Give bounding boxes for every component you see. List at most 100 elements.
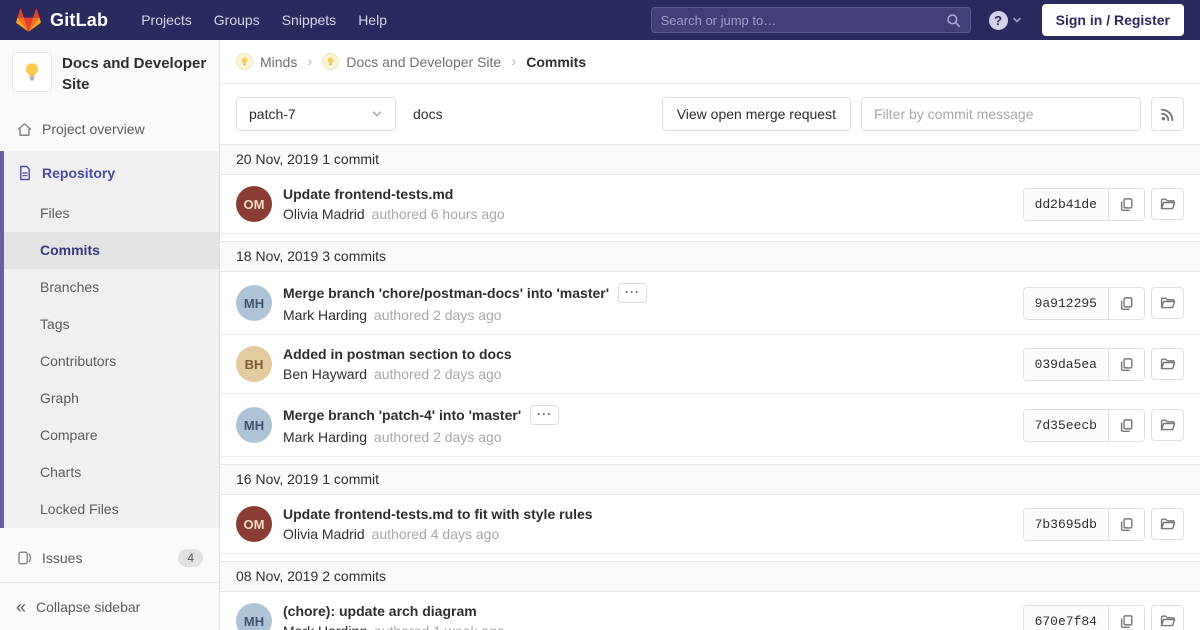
author-avatar[interactable]: MH — [236, 407, 272, 443]
collapse-sidebar-button[interactable]: « Collapse sidebar — [0, 582, 219, 630]
commits-feed-button[interactable] — [1151, 97, 1184, 131]
breadcrumb-current: Commits — [526, 54, 586, 70]
sidebar-item-graph[interactable]: Graph — [4, 380, 219, 417]
search-input[interactable] — [661, 13, 946, 28]
commit-sha-link[interactable]: 7b3695db — [1024, 509, 1108, 540]
branch-name: patch-7 — [249, 106, 296, 122]
commit-sha-link[interactable]: 039da5ea — [1024, 349, 1108, 380]
avatar-initials: OM — [244, 517, 265, 532]
sidebar-item-contributors[interactable]: Contributors — [4, 343, 219, 380]
breadcrumb-link[interactable]: Minds — [260, 54, 297, 70]
commit-sha-link[interactable]: 670e7f84 — [1024, 606, 1108, 630]
commit-actions: 039da5ea — [1023, 348, 1184, 381]
commit-title-link[interactable]: Merge branch 'chore/postman-docs' into '… — [283, 285, 609, 301]
commit-date-header: 20 Nov, 20191 commit — [220, 144, 1200, 175]
copy-sha-button[interactable] — [1108, 509, 1144, 540]
copy-sha-button[interactable] — [1108, 189, 1144, 220]
copy-sha-button[interactable] — [1108, 410, 1144, 441]
commit-date: 20 Nov, 2019 — [236, 151, 318, 167]
commit-sha-group: dd2b41de — [1023, 188, 1145, 221]
sidebar-item-label: Repository — [42, 165, 115, 181]
copy-icon — [1119, 614, 1134, 629]
commit-title-link[interactable]: Merge branch 'patch-4' into 'master' — [283, 407, 521, 423]
navbar-item-projects[interactable]: Projects — [130, 0, 203, 40]
commit-author-link[interactable]: Ben Hayward — [283, 366, 367, 382]
commit-sha-link[interactable]: 7d35eecb — [1024, 410, 1108, 441]
branch-selector-dropdown[interactable]: patch-7 — [236, 97, 396, 131]
commit-count: 1 commit — [322, 151, 379, 167]
commit-count: 3 commits — [322, 248, 386, 264]
browse-files-button[interactable] — [1151, 409, 1184, 441]
commit-sha-link[interactable]: dd2b41de — [1024, 189, 1108, 220]
author-avatar[interactable]: BH — [236, 346, 272, 382]
commit-title-link[interactable]: (chore): update arch diagram — [283, 603, 477, 619]
commit-author-link[interactable]: Olivia Madrid — [283, 206, 365, 222]
commit-filter-input[interactable] — [861, 97, 1141, 131]
commit-title-link[interactable]: Update frontend-tests.md — [283, 186, 453, 202]
sidebar-item-issues[interactable]: Issues 4 — [0, 536, 219, 580]
author-avatar[interactable]: OM — [236, 506, 272, 542]
breadcrumb-link[interactable]: Docs and Developer Site — [346, 54, 501, 70]
navbar-item-groups[interactable]: Groups — [203, 0, 271, 40]
author-avatar[interactable]: MH — [236, 603, 272, 630]
folder-icon — [1160, 417, 1176, 433]
chevron-down-icon — [371, 108, 383, 120]
project-title: Docs and Developer Site — [62, 52, 207, 95]
avatar-initials: OM — [244, 197, 265, 212]
navbar-item-snippets[interactable]: Snippets — [271, 0, 347, 40]
copy-sha-button[interactable] — [1108, 288, 1144, 319]
author-avatar[interactable]: OM — [236, 186, 272, 222]
sign-in-register-button[interactable]: Sign in / Register — [1042, 4, 1184, 36]
browse-files-button[interactable] — [1151, 348, 1184, 380]
avatar-initials: MH — [244, 296, 264, 311]
folder-icon — [1160, 295, 1176, 311]
double-chevron-left-icon: « — [16, 598, 26, 616]
commit-actions: 7d35eecb — [1023, 409, 1184, 442]
commit-group: 20 Nov, 20191 commit OM Update frontend-… — [220, 144, 1200, 234]
sidebar-item-project-overview[interactable]: Project overview — [0, 107, 219, 151]
sidebar-item-commits[interactable]: Commits — [4, 232, 219, 269]
copy-sha-button[interactable] — [1108, 606, 1144, 630]
brand-name: GitLab — [50, 10, 108, 31]
browse-files-button[interactable] — [1151, 287, 1184, 319]
commit-sha-link[interactable]: 9a912295 — [1024, 288, 1108, 319]
commit-title-link[interactable]: Update frontend-tests.md to fit with sty… — [283, 506, 593, 522]
commit-author-link[interactable]: Olivia Madrid — [283, 526, 365, 542]
commit-title-link[interactable]: Added in postman section to docs — [283, 346, 512, 362]
commit-author-link[interactable]: Mark Harding — [283, 429, 367, 445]
commit-meta-text: authored 2 days ago — [374, 429, 502, 445]
author-avatar[interactable]: MH — [236, 285, 272, 321]
help-dropdown[interactable]: ? — [989, 11, 1022, 30]
commit-sha-group: 7d35eecb — [1023, 409, 1145, 442]
sidebar-item-files[interactable]: Files — [4, 195, 219, 232]
navbar-menu: ProjectsGroupsSnippetsHelp — [130, 0, 398, 40]
commit-description-toggle[interactable]: ··· — [618, 283, 647, 303]
commit-description-toggle[interactable]: ··· — [530, 405, 559, 425]
commit-author-link[interactable]: Mark Harding — [283, 623, 367, 630]
commit-date: 08 Nov, 2019 — [236, 568, 318, 584]
sidebar-item-repository[interactable]: Repository — [4, 151, 219, 195]
commit-group: 08 Nov, 20192 commits MH (chore): update… — [220, 561, 1200, 630]
commit-author-link[interactable]: Mark Harding — [283, 307, 367, 323]
commit-actions: 9a912295 — [1023, 287, 1184, 320]
commit-info: Update frontend-tests.md to fit with sty… — [283, 506, 593, 542]
browse-files-button[interactable] — [1151, 508, 1184, 540]
sidebar-item-locked-files[interactable]: Locked Files — [4, 491, 219, 528]
sidebar-item-charts[interactable]: Charts — [4, 454, 219, 491]
home-icon — [16, 121, 33, 138]
commit-row: MH Merge branch 'chore/postman-docs' int… — [220, 272, 1200, 335]
browse-files-button[interactable] — [1151, 188, 1184, 220]
gitlab-home-link[interactable]: GitLab — [16, 8, 108, 33]
sidebar-item-compare[interactable]: Compare — [4, 417, 219, 454]
view-open-merge-request-button[interactable]: View open merge request — [662, 97, 851, 131]
project-header[interactable]: Docs and Developer Site — [0, 40, 219, 107]
copy-sha-button[interactable] — [1108, 349, 1144, 380]
commit-actions: dd2b41de — [1023, 188, 1184, 221]
commit-info: Update frontend-tests.md ··· Olivia Madr… — [283, 186, 505, 222]
sidebar-item-tags[interactable]: Tags — [4, 306, 219, 343]
sidebar-item-branches[interactable]: Branches — [4, 269, 219, 306]
browse-files-button[interactable] — [1151, 605, 1184, 630]
global-search[interactable] — [651, 7, 971, 33]
copy-icon — [1119, 357, 1134, 372]
navbar-item-help[interactable]: Help — [347, 0, 398, 40]
